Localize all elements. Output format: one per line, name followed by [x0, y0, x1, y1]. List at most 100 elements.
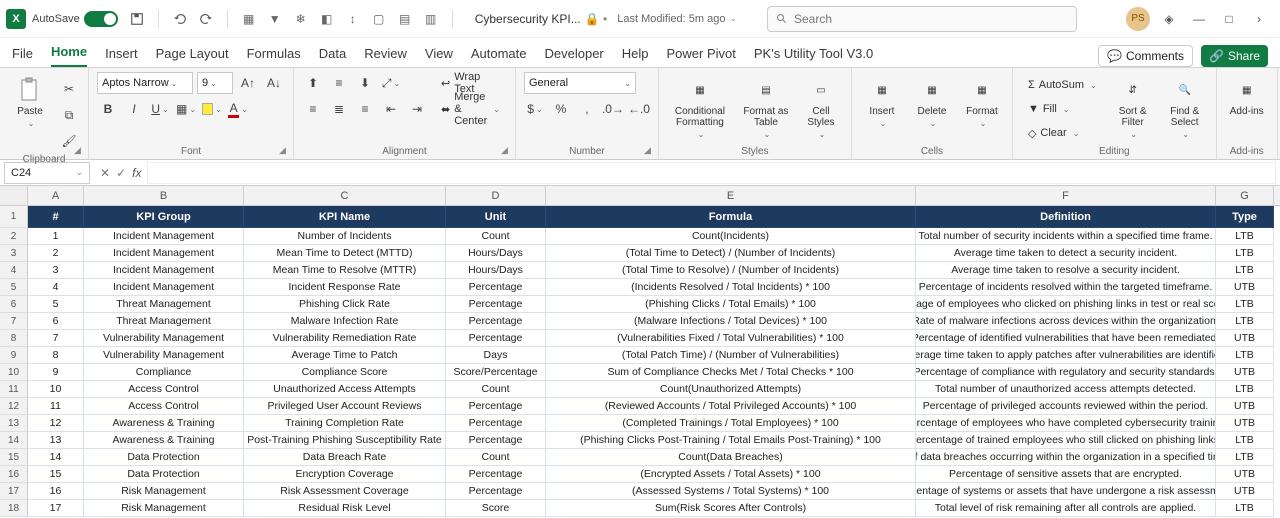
merge-center-button[interactable]: ⬌ Merge & Center⌄ — [434, 98, 507, 120]
cell[interactable]: 4 — [28, 279, 84, 296]
conditional-formatting-button[interactable]: ▦Conditional Formatting⌄ — [667, 72, 733, 139]
cell[interactable]: 10 — [28, 381, 84, 398]
cell[interactable]: Risk Management — [84, 483, 244, 500]
last-modified[interactable]: Last Modified: 5m ago — [617, 13, 725, 25]
increase-decimal-icon[interactable]: .0→ — [602, 98, 624, 120]
cell[interactable]: (Assessed Systems / Total Systems) * 100 — [546, 483, 916, 500]
cell[interactable]: Percentage — [446, 483, 546, 500]
cell[interactable]: LTB — [1216, 500, 1274, 517]
cell[interactable]: Count — [446, 228, 546, 245]
clear-button[interactable]: ◇ Clear⌄ — [1021, 122, 1104, 144]
col-header[interactable]: F — [916, 186, 1216, 205]
cell[interactable]: 1 — [28, 228, 84, 245]
cell[interactable]: Percentage — [446, 313, 546, 330]
insert-cells-button[interactable]: ▦Insert⌄ — [860, 72, 904, 128]
cell[interactable]: (Malware Infections / Total Devices) * 1… — [546, 313, 916, 330]
restore-icon[interactable]: □ — [1214, 4, 1244, 34]
format-cells-button[interactable]: ▦Format⌄ — [960, 72, 1004, 128]
cell[interactable]: Percentage of identified vulnerabilities… — [916, 330, 1216, 347]
cell-styles-button[interactable]: ▭Cell Styles⌄ — [799, 72, 843, 139]
alignment-launcher[interactable]: ◢ — [501, 145, 513, 157]
row-header[interactable]: 6 — [0, 296, 28, 313]
find-select-button[interactable]: 🔍Find & Select⌄ — [1162, 72, 1208, 139]
font-color-button[interactable]: A⌄ — [227, 98, 249, 120]
cell[interactable]: 3 — [28, 262, 84, 279]
cell[interactable]: (Total Time to Resolve) / (Number of Inc… — [546, 262, 916, 279]
document-title[interactable]: Cybersecurity KPI... — [475, 12, 581, 26]
cell[interactable]: LTB — [1216, 262, 1274, 279]
header-cell[interactable]: Type — [1216, 206, 1274, 228]
cell[interactable]: Percentage — [446, 330, 546, 347]
undo-icon[interactable] — [171, 10, 189, 28]
cell[interactable]: Training Completion Rate — [244, 415, 446, 432]
cell[interactable]: Percentage — [446, 415, 546, 432]
increase-indent-icon[interactable]: ⇥ — [406, 98, 428, 120]
comma-icon[interactable]: , — [576, 98, 598, 120]
cell[interactable]: LTB — [1216, 296, 1274, 313]
minimize-icon[interactable]: — — [1184, 4, 1214, 34]
cell[interactable]: Percentage of compliance with regulatory… — [916, 364, 1216, 381]
cell[interactable]: Percentage of privileged accounts review… — [916, 398, 1216, 415]
cell[interactable]: Percentage — [446, 466, 546, 483]
cell[interactable]: 8 — [28, 347, 84, 364]
cell[interactable]: Data Protection — [84, 466, 244, 483]
cell[interactable]: Percentage of incidents resolved within … — [916, 279, 1216, 296]
save-icon[interactable] — [128, 10, 146, 28]
underline-button[interactable]: U⌄ — [149, 98, 171, 120]
cell[interactable]: Mean Time to Detect (MTTD) — [244, 245, 446, 262]
qat-snow-icon[interactable]: ❄ — [292, 10, 310, 28]
cell[interactable]: LTB — [1216, 432, 1274, 449]
cell[interactable]: Post-Training Phishing Susceptibility Ra… — [244, 432, 446, 449]
col-header[interactable]: C — [244, 186, 446, 205]
cell[interactable]: Days — [446, 347, 546, 364]
col-header[interactable]: B — [84, 186, 244, 205]
cell[interactable]: LTB — [1216, 381, 1274, 398]
tab-insert[interactable]: Insert — [105, 46, 138, 67]
row-header[interactable]: 16 — [0, 466, 28, 483]
cell[interactable]: Total level of risk remaining after all … — [916, 500, 1216, 517]
col-header[interactable]: A — [28, 186, 84, 205]
cell[interactable]: Score/Percentage — [446, 364, 546, 381]
cell[interactable]: 11 — [28, 398, 84, 415]
cell[interactable]: Awareness & Training — [84, 432, 244, 449]
cell[interactable]: Percentage — [446, 432, 546, 449]
row-header[interactable]: 15 — [0, 449, 28, 466]
cell[interactable]: Incident Response Rate — [244, 279, 446, 296]
cell[interactable]: Count(Unauthorized Attempts) — [546, 381, 916, 398]
cell[interactable]: Total number of unauthorized access atte… — [916, 381, 1216, 398]
select-all-corner[interactable] — [0, 186, 28, 205]
cell[interactable]: Vulnerability Remediation Rate — [244, 330, 446, 347]
header-cell[interactable]: Definition — [916, 206, 1216, 228]
align-center-icon[interactable]: ≣ — [328, 98, 350, 120]
cell[interactable]: Percentage — [446, 296, 546, 313]
cell[interactable]: LTB — [1216, 449, 1274, 466]
cell[interactable]: 12 — [28, 415, 84, 432]
cell[interactable]: 13 — [28, 432, 84, 449]
bold-button[interactable]: B — [97, 98, 119, 120]
row-header[interactable]: 8 — [0, 330, 28, 347]
autosum-button[interactable]: Σ AutoSum⌄ — [1021, 74, 1104, 96]
cell[interactable]: (Total Patch Time) / (Number of Vulnerab… — [546, 347, 916, 364]
row-header[interactable]: 17 — [0, 483, 28, 500]
row-header[interactable]: 4 — [0, 262, 28, 279]
header-cell[interactable]: Formula — [546, 206, 916, 228]
tab-help[interactable]: Help — [622, 46, 649, 67]
cell[interactable]: (Vulnerabilities Fixed / Total Vulnerabi… — [546, 330, 916, 347]
header-cell[interactable]: KPI Name — [244, 206, 446, 228]
cell[interactable]: Percentage of employees who have complet… — [916, 415, 1216, 432]
tab-review[interactable]: Review — [364, 46, 407, 67]
fill-button[interactable]: ▼ Fill⌄ — [1021, 98, 1104, 120]
cell[interactable]: 2 — [28, 245, 84, 262]
cell[interactable]: UTB — [1216, 330, 1274, 347]
cell[interactable]: Access Control — [84, 398, 244, 415]
search-input[interactable]: Search — [767, 6, 1077, 32]
qat-sort-icon[interactable]: ↕ — [344, 10, 362, 28]
cell[interactable]: Data Protection — [84, 449, 244, 466]
cell[interactable]: Encryption Coverage — [244, 466, 446, 483]
cell[interactable]: Average time taken to apply patches afte… — [916, 347, 1216, 364]
cell[interactable]: Incident Management — [84, 262, 244, 279]
align-left-icon[interactable]: ≡ — [302, 98, 324, 120]
cell[interactable]: Total number of security incidents withi… — [916, 228, 1216, 245]
cell[interactable]: LTB — [1216, 245, 1274, 262]
cell[interactable]: Incident Management — [84, 279, 244, 296]
